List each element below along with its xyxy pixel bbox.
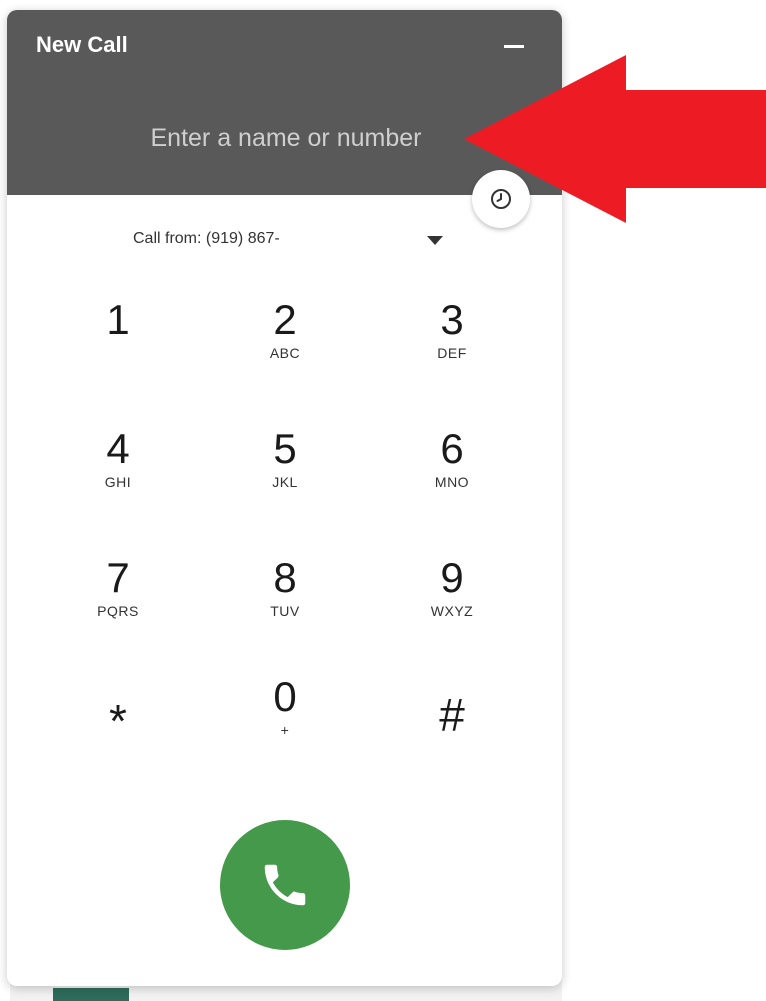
key-digit: 8	[273, 554, 297, 601]
key-7[interactable]: 7 PQRS	[58, 555, 178, 655]
key-digit: 4	[106, 425, 130, 472]
key-digit: 0	[273, 673, 297, 720]
key-digit: 9	[440, 554, 464, 601]
key-digit: 5	[273, 425, 297, 472]
dialer-title: New Call	[36, 32, 128, 57]
key-8[interactable]: 8 TUV	[225, 555, 345, 655]
phone-icon	[264, 864, 306, 906]
key-letters: +	[280, 722, 290, 738]
key-0[interactable]: 0 +	[225, 674, 345, 774]
key-5[interactable]: 5 JKL	[225, 426, 345, 526]
key-digit: 6	[440, 425, 464, 472]
key-hash[interactable]: #	[392, 674, 512, 774]
minimize-icon	[504, 45, 524, 48]
key-digit: 1	[106, 296, 130, 343]
key-letters: DEF	[437, 345, 467, 361]
key-letters: TUV	[270, 603, 300, 619]
key-letters: PQRS	[97, 603, 139, 619]
caret-down-icon[interactable]	[427, 236, 443, 245]
name-or-number-input[interactable]	[77, 118, 495, 158]
key-1[interactable]: 1	[58, 297, 178, 397]
key-6[interactable]: 6 MNO	[392, 426, 512, 526]
screen: New Call Call from: (919) 867- 1 2 ABC 3…	[0, 0, 766, 1001]
key-2[interactable]: 2 ABC	[225, 297, 345, 397]
key-3[interactable]: 3 DEF	[392, 297, 512, 397]
key-digit: 2	[273, 296, 297, 343]
call-from-label: Call from: (919) 867-	[133, 230, 280, 247]
key-letters: ABC	[269, 345, 301, 361]
key-4[interactable]: 4 GHI	[58, 426, 178, 526]
key-digit: *	[109, 695, 127, 747]
avatar	[53, 988, 129, 1001]
key-9[interactable]: 9 WXYZ	[392, 555, 512, 655]
key-letters: MNO	[434, 474, 470, 490]
key-digit: #	[439, 689, 465, 741]
key-digit: 7	[106, 554, 130, 601]
key-letters: WXYZ	[430, 603, 474, 619]
key-digit: 3	[440, 296, 464, 343]
key-letters: JKL	[272, 474, 298, 490]
key-star[interactable]: *	[58, 680, 178, 780]
call-button[interactable]	[220, 820, 350, 950]
red-arrow-icon	[464, 55, 766, 223]
key-letters: GHI	[104, 474, 132, 490]
